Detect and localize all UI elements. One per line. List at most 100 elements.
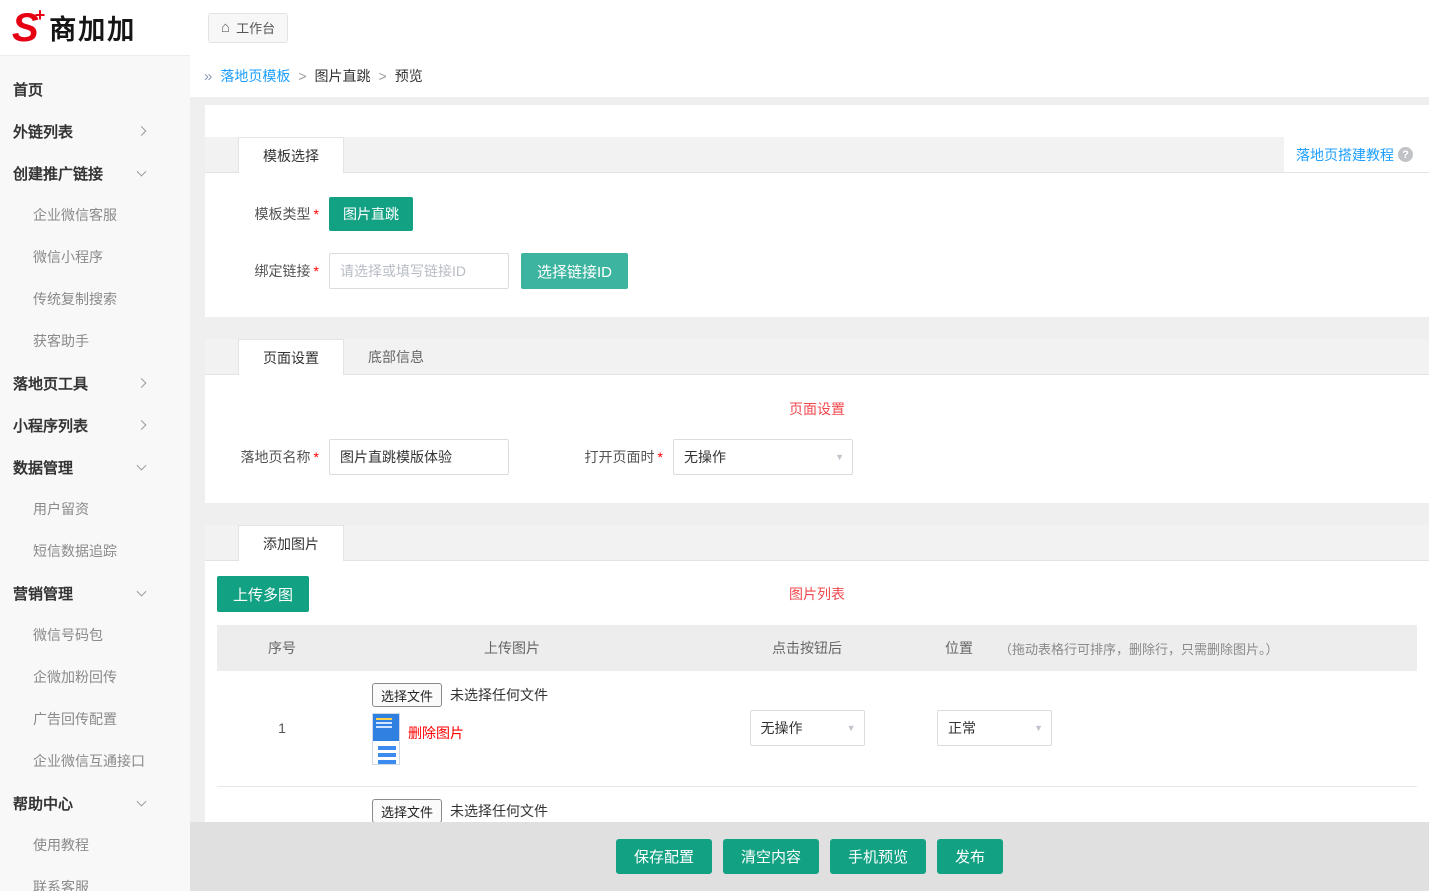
brand-logo: S+ 商加加	[0, 0, 190, 55]
breadcrumb-separator: >	[298, 68, 306, 84]
add-images-tab-strip: 添加图片	[205, 525, 1429, 561]
sidebar-item-marketing[interactable]: 营销管理	[0, 572, 190, 614]
workbench-label: 工作台	[236, 18, 275, 37]
template-card-body: 模板类型* 图片直跳 绑定链接* 选择链接ID	[205, 173, 1429, 317]
sidebar-item-ad-callback-config[interactable]: 广告回传配置	[0, 698, 190, 740]
open-page-label: 打开页面时*	[549, 447, 663, 467]
uploaded-image-thumbnail[interactable]	[372, 713, 400, 765]
caret-down-icon: ▼	[1034, 723, 1043, 733]
sidebar-item-create-promo-link[interactable]: 创建推广链接	[0, 152, 190, 194]
template-select-card: 模板选择 落地页搭建教程 ? 模板类型* 图片直跳 绑定	[205, 105, 1429, 317]
tab-strip-spacer	[344, 137, 1284, 172]
sidebar-item-contact-support[interactable]: 联系客服	[0, 866, 190, 891]
sidebar-item-wecom-fan-callback[interactable]: 企微加粉回传	[0, 656, 190, 698]
sidebar-item-landing-tools[interactable]: 落地页工具	[0, 362, 190, 404]
sidebar-item-sms-tracking[interactable]: 短信数据追踪	[0, 530, 190, 572]
file-status-text: 未选择任何文件	[450, 801, 548, 821]
logo-plus-glyph: +	[35, 5, 46, 26]
table-row: 1 选择文件 未选择任何文件 删除图片	[217, 671, 1417, 787]
page-settings-tab-strip: 页面设置 底部信息	[205, 339, 1429, 375]
chevron-down-icon	[137, 461, 147, 471]
required-asterisk: *	[314, 206, 319, 222]
header-index: 序号	[217, 638, 347, 658]
sidebar-item-external-links[interactable]: 外链列表	[0, 110, 190, 152]
tab-strip-spacer	[344, 525, 1429, 560]
header-position: 位置 （拖动表格行可排序，删除行，只需删除图片。）	[937, 638, 1417, 658]
mobile-preview-button[interactable]: 手机预览	[830, 839, 926, 874]
image-list-section-label: 图片列表	[205, 584, 1429, 604]
tab-add-images[interactable]: 添加图片	[238, 525, 344, 561]
chevron-down-icon	[137, 167, 147, 177]
sidebar-item-copy-search[interactable]: 传统复制搜索	[0, 278, 190, 320]
sidebar: 首页 外链列表 创建推广链接 企业微信客服 微信小程序 传统复制搜索 获客助手 …	[0, 55, 190, 891]
position-select[interactable]: 正常 ▼	[937, 710, 1052, 746]
workbench-button[interactable]: ⌂ 工作台	[208, 13, 288, 43]
sidebar-item-user-leads[interactable]: 用户留资	[0, 488, 190, 530]
sidebar-item-miniprogram-list[interactable]: 小程序列表	[0, 404, 190, 446]
app-window: S+ 商加加 ⌂ 工作台 首页 外链列表 创建推广链接 企业微信客服 微信小程序…	[0, 0, 1429, 891]
row-action-cell: 无操作 ▼	[677, 710, 937, 746]
template-type-row: 模板类型* 图片直跳	[205, 197, 1429, 231]
sidebar-item-wecom-service[interactable]: 企业微信客服	[0, 194, 190, 236]
tab-template-select[interactable]: 模板选择	[238, 137, 344, 173]
save-config-button[interactable]: 保存配置	[616, 839, 712, 874]
upload-row: 上传多图 图片列表	[205, 561, 1429, 625]
chevron-right-icon	[137, 378, 147, 388]
upload-multi-button[interactable]: 上传多图	[217, 576, 309, 612]
caret-down-icon: ▼	[835, 452, 844, 462]
tab-footer-info[interactable]: 底部信息	[344, 339, 448, 374]
sidebar-item-wecom-api[interactable]: 企业微信互通接口	[0, 740, 190, 782]
sidebar-item-help-center[interactable]: 帮助中心	[0, 782, 190, 824]
row-index: 1	[217, 720, 347, 736]
breadcrumb-preview: 预览	[395, 66, 423, 86]
landing-tutorial-link[interactable]: 落地页搭建教程 ?	[1284, 137, 1429, 172]
choose-file-button[interactable]: 选择文件	[372, 683, 442, 707]
click-action-select[interactable]: 无操作 ▼	[750, 710, 865, 746]
sidebar-item-data-management[interactable]: 数据管理	[0, 446, 190, 488]
sidebar-item-wechat-miniprogram[interactable]: 微信小程序	[0, 236, 190, 278]
clear-content-button[interactable]: 清空内容	[723, 839, 819, 874]
select-link-id-button[interactable]: 选择链接ID	[521, 253, 628, 289]
landing-name-row: 落地页名称* 打开页面时* 无操作 ▼	[205, 439, 1429, 475]
required-asterisk: *	[314, 449, 319, 465]
page-settings-body: 页面设置 落地页名称* 打开页面时* 无操作 ▼	[205, 375, 1429, 503]
tutorial-link-label: 落地页搭建教程	[1296, 145, 1394, 165]
link-id-input[interactable]	[329, 253, 509, 289]
sidebar-item-wechat-number-pack[interactable]: 微信号码包	[0, 614, 190, 656]
delete-image-link[interactable]: 删除图片	[408, 723, 464, 743]
chevron-down-icon	[137, 587, 147, 597]
page-settings-section-label: 页面设置	[205, 399, 1429, 419]
open-page-select[interactable]: 无操作 ▼	[673, 439, 853, 475]
brand-name: 商加加	[49, 8, 136, 47]
header-action: 点击按钮后	[677, 638, 937, 658]
top-header: S+ 商加加 ⌂ 工作台	[0, 0, 1429, 55]
tab-page-settings[interactable]: 页面设置	[238, 339, 344, 375]
landing-name-input[interactable]	[329, 439, 509, 475]
table-note: （拖动表格行可排序，删除行，只需删除图片。）	[999, 639, 1279, 658]
required-asterisk: *	[314, 263, 319, 279]
bind-link-row: 绑定链接* 选择链接ID	[205, 253, 1429, 289]
template-type-label: 模板类型*	[205, 204, 319, 224]
required-asterisk: *	[658, 449, 663, 465]
breadcrumb-landing-templates[interactable]: 落地页模板	[220, 66, 290, 86]
home-icon: ⌂	[221, 20, 230, 35]
template-tab-strip: 模板选择 落地页搭建教程 ?	[205, 137, 1429, 173]
logo-s-glyph: S	[12, 8, 37, 48]
landing-name-label: 落地页名称*	[205, 447, 319, 467]
main-area: » 落地页模板 > 图片直跳 > 预览 模板选择 落地页搭建教程 ?	[190, 55, 1429, 891]
publish-button[interactable]: 发布	[937, 839, 1003, 874]
template-type-button[interactable]: 图片直跳	[329, 197, 413, 231]
breadcrumb: » 落地页模板 > 图片直跳 > 预览	[190, 55, 1429, 97]
sidebar-item-customer-helper[interactable]: 获客助手	[0, 320, 190, 362]
footer-action-bar: 保存配置 清空内容 手机预览 发布	[190, 822, 1429, 891]
bind-link-label: 绑定链接*	[205, 261, 319, 281]
choose-file-button[interactable]: 选择文件	[372, 799, 442, 823]
sidebar-item-tutorials[interactable]: 使用教程	[0, 824, 190, 866]
content-scroll-area: 模板选择 落地页搭建教程 ? 模板类型* 图片直跳 绑定	[190, 97, 1429, 891]
chevron-right-icon	[137, 126, 147, 136]
sidebar-item-home[interactable]: 首页	[0, 68, 190, 110]
page-settings-card: 页面设置 底部信息 页面设置 落地页名称* 打开页面时*	[205, 339, 1429, 503]
header-upload: 上传图片	[347, 638, 677, 658]
breadcrumb-separator: >	[379, 68, 387, 84]
chevron-down-icon	[137, 797, 147, 807]
